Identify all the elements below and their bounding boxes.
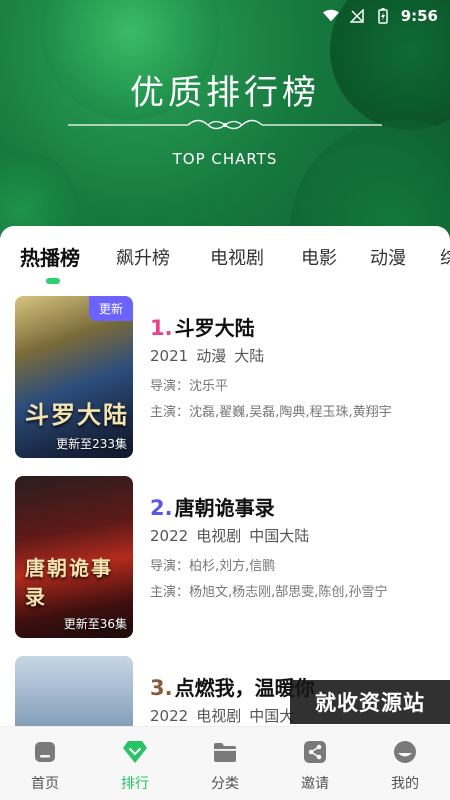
- watermark-label: 就收资源站: [290, 680, 450, 724]
- director-line: 导演：柏杉,刘方,信鹏: [150, 559, 276, 574]
- rank-number: 3.: [150, 676, 173, 700]
- genre: 动漫: [196, 347, 227, 365]
- status-time: 9:56: [400, 7, 438, 25]
- episode-update-caption: 更新至36集: [63, 617, 127, 631]
- cast-line: 主演：杨旭文,杨志刚,郜思雯,陈创,孙雪宁: [150, 585, 388, 600]
- director-line: 导演：沈乐平: [150, 379, 229, 394]
- list-item[interactable]: 唐朝诡事录 更新至36集 2. 唐朝诡事录 2022 电视剧 中国大陆 导演：柏杉,刘…: [0, 476, 450, 641]
- poster-image[interactable]: 斗罗大陆 更新 更新至233集: [15, 296, 133, 458]
- genre: 电视剧: [196, 707, 242, 725]
- nav-label: 我的: [391, 776, 419, 792]
- item-title[interactable]: 1. 斗罗大陆: [150, 312, 255, 341]
- tab-tv-series[interactable]: 电视剧: [210, 244, 264, 270]
- cast-line: 主演：沈磊,翟巍,吴磊,陶典,程玉珠,黄翔宇: [150, 405, 392, 420]
- status-bar: 9:56: [0, 0, 450, 32]
- ranking-panel: 热播榜 飙升榜 电视剧 电影 动漫 综 斗罗大陆 更新 更新至233集 1. 斗罗…: [0, 226, 450, 726]
- page-title: 优质排行榜: [130, 73, 320, 113]
- poster-image[interactable]: 唐朝诡事录 更新至36集: [15, 476, 133, 638]
- ornament-divider-icon: [68, 119, 382, 130]
- nav-label: 分类: [211, 776, 239, 792]
- nav-label: 排行: [121, 776, 149, 792]
- item-meta: 2021 动漫 大陆: [150, 345, 272, 366]
- home-icon: [32, 739, 58, 765]
- nav-profile[interactable]: 我的: [360, 727, 450, 800]
- profile-icon: [392, 739, 418, 765]
- title-text: 斗罗大陆: [174, 316, 255, 340]
- nav-label: 首页: [31, 776, 59, 792]
- tab-hot[interactable]: 热播榜: [20, 242, 80, 271]
- list-item[interactable]: 斗罗大陆 更新 更新至233集 1. 斗罗大陆 2021 动漫 大陆 导演：沈乐平 主…: [0, 296, 450, 461]
- update-badge: 更新: [88, 296, 133, 321]
- tab-rising[interactable]: 飙升榜: [116, 244, 170, 270]
- year: 2022: [150, 527, 189, 545]
- region: 中国大: [249, 707, 295, 725]
- nav-category[interactable]: 分类: [180, 727, 270, 800]
- genre: 电视剧: [196, 527, 242, 545]
- wifi-icon: [322, 8, 339, 24]
- poster-image[interactable]: [15, 656, 133, 726]
- decorative-blob: [290, 120, 450, 240]
- item-meta: 2022 电视剧 中国大: [150, 705, 302, 726]
- year: 2022: [150, 707, 189, 725]
- item-title[interactable]: 2. 唐朝诡事录: [150, 492, 275, 521]
- active-tab-indicator: [46, 278, 60, 284]
- share-icon: [302, 739, 328, 765]
- rank-number: 2.: [150, 496, 173, 520]
- page-subtitle: TOP CHARTS: [172, 150, 278, 168]
- header-banner: 9:56 优质排行榜 TOP CHARTS: [0, 0, 450, 240]
- nav-label: 邀请: [301, 776, 329, 792]
- tab-movies[interactable]: 电影: [301, 244, 337, 270]
- battery-icon: [375, 8, 391, 24]
- rank-number: 1.: [150, 316, 173, 340]
- episode-update-caption: 更新至233集: [56, 437, 127, 451]
- nav-ranking[interactable]: 排行: [90, 727, 180, 800]
- item-meta: 2022 电视剧 中国大陆: [150, 525, 317, 546]
- tab-anime[interactable]: 动漫: [370, 244, 406, 270]
- folder-icon: [212, 739, 238, 765]
- tab-variety[interactable]: 综: [440, 244, 450, 270]
- nav-home[interactable]: 首页: [0, 727, 90, 800]
- title-text: 唐朝诡事录: [174, 496, 275, 520]
- year: 2021: [150, 347, 189, 365]
- ranking-diamond-icon: [122, 739, 148, 765]
- poster-title-text: 斗罗大陆: [25, 401, 129, 429]
- poster-title-text: 唐朝诡事录: [25, 556, 113, 609]
- nav-invite[interactable]: 邀请: [270, 727, 360, 800]
- no-signal-icon: [349, 8, 365, 24]
- region: 中国大陆: [249, 527, 310, 545]
- bottom-navigation: 首页 排行 分类 邀请 我的: [0, 726, 450, 800]
- region: 大陆: [234, 347, 265, 365]
